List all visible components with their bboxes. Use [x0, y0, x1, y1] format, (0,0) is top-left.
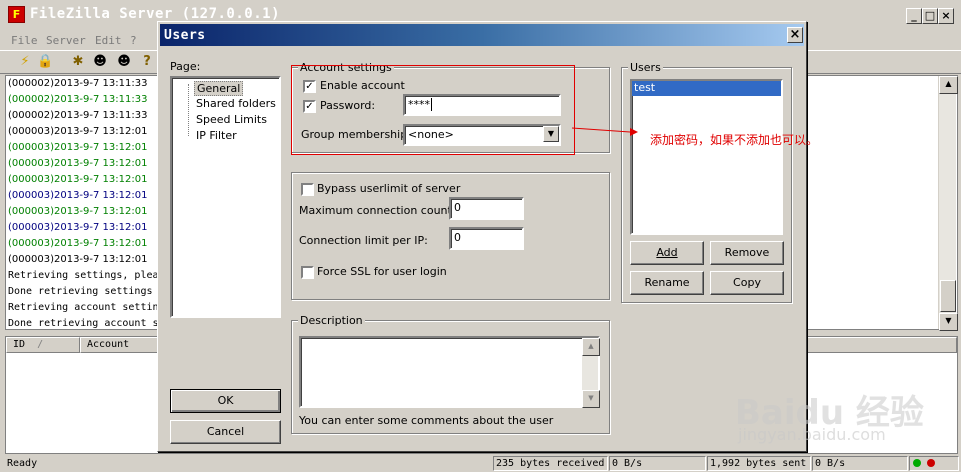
tree-line — [188, 84, 189, 136]
log-line: (000003)2013-9-7 13:12:01 — [8, 174, 148, 185]
annotation-text: 添加密码，如果不添加也可以。 — [650, 133, 819, 147]
log-status-line: Retrieving settings, plea — [8, 270, 159, 281]
bypass-userlimit-label[interactable]: Bypass userlimit of server — [317, 182, 460, 195]
remove-user-button[interactable]: Remove — [710, 241, 784, 265]
watermark-url: jingyan.baidu.com — [738, 425, 886, 444]
log-line: (000003)2013-9-7 13:12:01 — [8, 142, 148, 153]
users-title: Users — [628, 61, 663, 74]
copy-user-button[interactable]: Copy — [710, 271, 784, 295]
help-icon[interactable]: ? — [139, 54, 155, 70]
description-scrollbar[interactable]: ▲ ▼ — [582, 338, 600, 408]
main-window-title: FileZilla Server (127.0.0.1) — [30, 6, 281, 22]
tree-item-general[interactable]: General — [194, 81, 244, 96]
log-line: (000003)2013-9-7 13:12:01 — [8, 254, 148, 265]
connections-per-ip-label: Connection limit per IP: — [299, 234, 428, 247]
page-tree: General Shared folders Speed Limits IP F… — [170, 76, 281, 318]
log-line: (000003)2013-9-7 13:12:01 — [8, 126, 148, 137]
log-line: (000003)2013-9-7 13:12:01 — [8, 206, 148, 217]
max-connections-label: Maximum connection count: — [299, 204, 456, 217]
status-send-rate: 0 B/s — [812, 456, 908, 471]
connections-per-ip-input[interactable]: 0 — [449, 227, 524, 250]
dialog-titlebar[interactable]: Users × — [160, 24, 804, 46]
bypass-userlimit-checkbox[interactable] — [301, 183, 314, 196]
textarea-down-icon[interactable]: ▼ — [582, 390, 600, 408]
status-bytes-sent: 1,992 bytes sent — [707, 456, 811, 471]
users-list[interactable]: test — [630, 79, 783, 235]
log-line: (000002)2013-9-7 13:11:33 — [8, 110, 148, 121]
minimize-icon[interactable]: _ — [906, 8, 922, 24]
statusbar: Ready 235 bytes received 0 B/s 1,992 byt… — [0, 456, 961, 472]
force-ssl-checkbox[interactable] — [301, 266, 314, 279]
log-status-line: Retrieving account settin — [8, 302, 159, 313]
scroll-up-icon[interactable]: ▲ — [939, 76, 958, 94]
description-textarea[interactable]: ▲ ▼ — [299, 336, 600, 408]
scroll-thumb[interactable] — [940, 280, 956, 312]
log-line: (000003)2013-9-7 13:12:01 — [8, 190, 148, 201]
cancel-button[interactable]: Cancel — [170, 420, 281, 444]
status-receive-rate: 0 B/s — [609, 456, 706, 471]
user-list-item[interactable]: test — [632, 81, 781, 96]
column-header-account[interactable]: Account — [80, 337, 160, 353]
lock-icon[interactable]: 🔒 — [37, 54, 53, 70]
settings-icon[interactable]: ✱ — [70, 54, 86, 70]
textarea-up-icon[interactable]: ▲ — [582, 338, 600, 356]
annotation-arrow — [571, 127, 638, 136]
dialog-close-icon[interactable]: × — [787, 27, 803, 43]
description-hint: You can enter some comments about the us… — [299, 414, 554, 427]
log-line: (000002)2013-9-7 13:11:33 — [8, 94, 148, 105]
status-leds — [909, 456, 959, 471]
log-line: (000003)2013-9-7 13:12:01 — [8, 158, 148, 169]
add-user-button[interactable]: Add — [630, 241, 704, 265]
menu-edit[interactable]: Edit — [95, 34, 122, 47]
status-bytes-received: 235 bytes received — [493, 456, 608, 471]
groups-icon[interactable]: ☻ — [116, 54, 132, 70]
rename-user-button[interactable]: Rename — [630, 271, 704, 295]
green-led-icon — [913, 459, 921, 467]
tree-item-shared-folders[interactable]: Shared folders — [196, 97, 276, 110]
log-line: (000003)2013-9-7 13:12:01 — [8, 222, 148, 233]
page-label: Page: — [170, 60, 201, 73]
dialog-title: Users — [164, 28, 206, 43]
menu-server[interactable]: Server — [46, 34, 86, 47]
log-status-line: Done retrieving account s — [8, 318, 159, 329]
tree-item-speed-limits[interactable]: Speed Limits — [196, 113, 267, 126]
filezilla-app-icon: F — [8, 6, 25, 23]
lightning-icon[interactable]: ⚡ — [17, 54, 33, 70]
max-connections-input[interactable]: 0 — [449, 197, 524, 220]
column-header-id[interactable]: ID / — [6, 337, 80, 353]
log-scrollbar[interactable]: ▲ ▼ — [938, 76, 958, 331]
users-icon[interactable]: ☻ — [92, 54, 108, 70]
users-dialog: Users × Page: General Shared folders Spe… — [157, 21, 807, 452]
status-ready: Ready — [4, 456, 492, 471]
force-ssl-label[interactable]: Force SSL for user login — [317, 265, 447, 278]
maximize-icon[interactable]: □ — [922, 8, 938, 24]
close-icon[interactable]: × — [938, 8, 954, 24]
menu-help[interactable]: ? — [130, 34, 137, 47]
log-line: (000002)2013-9-7 13:11:33 — [8, 78, 148, 89]
ok-button[interactable]: OK — [170, 389, 281, 413]
log-line: (000003)2013-9-7 13:12:01 — [8, 238, 148, 249]
menu-file[interactable]: File — [11, 34, 38, 47]
scroll-down-icon[interactable]: ▼ — [939, 313, 958, 331]
tree-item-ip-filter[interactable]: IP Filter — [196, 129, 237, 142]
description-title: Description — [298, 314, 365, 327]
highlight-box — [291, 65, 575, 155]
red-led-icon — [927, 459, 935, 467]
log-status-line: Done retrieving settings — [8, 286, 153, 297]
